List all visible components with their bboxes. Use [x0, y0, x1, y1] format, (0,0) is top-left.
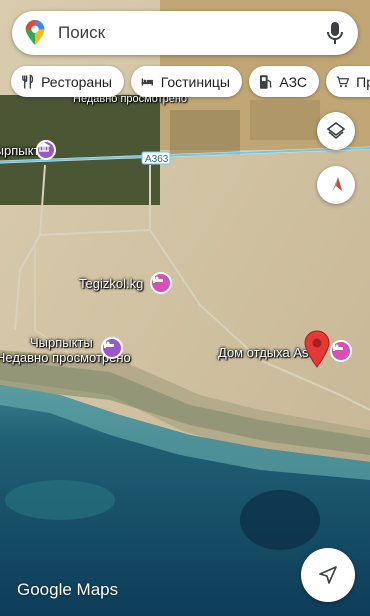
tegizkol-label[interactable]: Tegizkol.kg: [79, 276, 143, 291]
gas-station-icon: [259, 74, 272, 89]
selected-place-pin-icon[interactable]: [304, 330, 330, 368]
chip-gas-stations[interactable]: АЗС: [249, 66, 319, 97]
chip-restaurants-label: Рестораны: [41, 73, 112, 90]
bed-icon: [141, 77, 153, 86]
chip-hotels-label: Гостиницы: [160, 73, 230, 90]
search-bar[interactable]: Поиск: [12, 11, 358, 55]
chip-shopping-label: Пр: [356, 73, 370, 90]
hotel-poi-dom-otdyha[interactable]: [330, 340, 352, 362]
chyrpykty-label[interactable]: Чырпыкты: [30, 335, 93, 350]
navigation-arrow-icon: [319, 566, 337, 584]
compass-button[interactable]: [317, 166, 355, 204]
google-maps-pin-icon: [25, 20, 45, 46]
layers-button[interactable]: [317, 112, 355, 150]
compass-icon: [332, 177, 342, 192]
search-input[interactable]: Поиск: [58, 23, 326, 43]
chip-shopping[interactable]: Пр: [326, 66, 370, 97]
dom-otdyha-label[interactable]: Дом отдыха As: [218, 345, 309, 360]
chip-gas-stations-label: АЗС: [279, 73, 307, 90]
google-maps-logo: Google Maps: [17, 580, 119, 599]
category-chips: Рестораны Гостиницы АЗС Пр: [0, 66, 370, 98]
my-location-button[interactable]: [301, 548, 355, 602]
road-shield-label: A363: [145, 154, 169, 165]
microphone-icon[interactable]: [326, 21, 344, 45]
chip-hotels[interactable]: Гостиницы: [131, 66, 242, 97]
history-poi-chyrpykty[interactable]: [101, 337, 123, 359]
layers-icon: [326, 122, 346, 140]
fork-knife-icon: [22, 73, 34, 89]
hotel-poi-tegizkol[interactable]: [150, 272, 172, 294]
landmark-icon[interactable]: [36, 140, 56, 160]
shopping-cart-icon: [336, 75, 350, 87]
chip-restaurants[interactable]: Рестораны: [11, 66, 124, 97]
